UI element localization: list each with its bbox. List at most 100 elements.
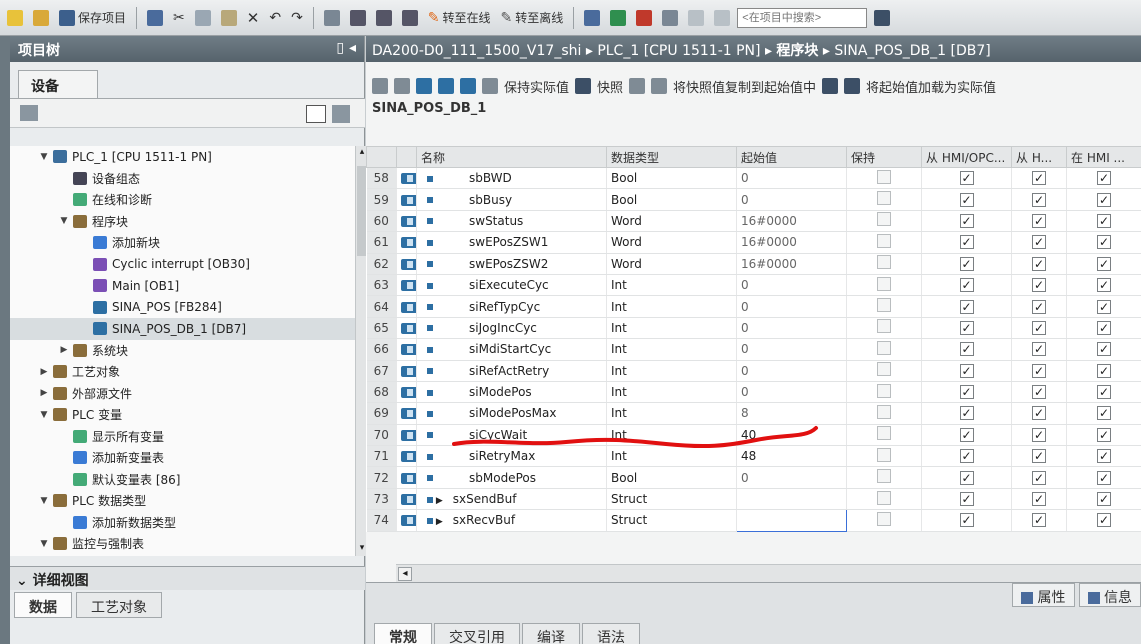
expand-arrow-icon[interactable]: ▼ (38, 496, 50, 506)
start-value-cell[interactable]: 16#0000 (736, 231, 847, 254)
data-type-cell[interactable]: Int (606, 338, 737, 361)
from-h-checkbox[interactable]: ✓ (1032, 213, 1046, 228)
variable-name-cell[interactable]: siModePosMax (416, 402, 607, 425)
table-hscrollbar[interactable]: ◂ (396, 564, 1141, 582)
retain-checkbox[interactable] (877, 490, 891, 505)
start-value-cell[interactable]: 0 (736, 317, 847, 340)
start-value-cell[interactable]: 8 (736, 402, 847, 425)
retain-checkbox[interactable] (877, 404, 891, 419)
variable-name-cell[interactable]: sbBWD (416, 167, 607, 190)
from-h-checkbox[interactable]: ✓ (1032, 256, 1046, 271)
in-hmi-checkbox[interactable]: ✓ (1097, 363, 1111, 378)
retain-checkbox[interactable] (877, 383, 891, 398)
variable-name-cell[interactable]: siCycWait (416, 424, 607, 447)
table-row[interactable]: 59 sbBusy Bool 0 ✓ ✓ ✓ (366, 188, 1141, 211)
table-row[interactable]: 69 siModePosMax Int 8 ✓ ✓ ✓ (366, 402, 1141, 425)
go-online-button[interactable]: ✎ 转至在线 (425, 6, 494, 30)
table-row[interactable]: 73 ▶ sxSendBuf Struct ✓ ✓ ✓ (366, 488, 1141, 511)
in-hmi-checkbox[interactable]: ✓ (1097, 278, 1111, 293)
table-row[interactable]: 61 swEPosZSW1 Word 16#0000 ✓ ✓ ✓ (366, 231, 1141, 254)
retain-checkbox[interactable] (877, 319, 891, 334)
table-row[interactable]: 63 siExecuteCyc Int 0 ✓ ✓ ✓ (366, 274, 1141, 297)
in-hmi-checkbox[interactable]: ✓ (1097, 492, 1111, 507)
retain-checkbox[interactable] (877, 426, 891, 441)
data-type-cell[interactable]: Struct (606, 509, 737, 532)
from-hmi-opc-checkbox[interactable]: ✓ (959, 363, 974, 378)
data-type-cell[interactable]: Int (606, 317, 737, 340)
new-window-icon[interactable] (332, 105, 350, 123)
data-type-cell[interactable]: Bool (606, 466, 737, 489)
from-hmi-opc-checkbox[interactable]: ✓ (959, 470, 974, 485)
table-row[interactable]: 64 siRefTypCyc Int 0 ✓ ✓ ✓ (366, 295, 1141, 318)
header-from-hmi-opc[interactable]: 从 HMI/OPC... (921, 146, 1012, 168)
tree-item[interactable]: 设备组态 (10, 168, 355, 190)
paste-button[interactable] (218, 6, 240, 30)
tree-item[interactable]: ▶ 外部源文件 (10, 383, 355, 405)
data-type-cell[interactable]: Int (606, 295, 737, 318)
retain-checkbox[interactable] (877, 276, 891, 291)
start-value-cell[interactable]: 0 (736, 188, 847, 211)
download-button[interactable] (347, 6, 369, 30)
expand-arrow-icon[interactable]: ▼ (38, 539, 50, 549)
data-type-cell[interactable]: Word (606, 231, 737, 254)
tab-cross-reference[interactable]: 交叉引用 (434, 623, 520, 644)
variable-name-cell[interactable]: siRefActRetry (416, 360, 607, 382)
list-view-icon[interactable] (460, 78, 476, 94)
from-hmi-opc-checkbox[interactable]: ✓ (959, 213, 974, 228)
retain-checkbox[interactable] (877, 469, 891, 484)
tab-general[interactable]: 常规 (374, 623, 432, 644)
table-row[interactable]: 62 swEPosZSW2 Word 16#0000 ✓ ✓ ✓ (366, 253, 1141, 275)
split-vertical-button[interactable] (711, 6, 733, 30)
start-cpu-button[interactable] (607, 6, 629, 30)
expand-arrow-icon[interactable]: ▼ (38, 410, 50, 420)
header-name[interactable]: 名称 (416, 146, 607, 168)
from-hmi-opc-checkbox[interactable]: ✓ (959, 449, 974, 464)
tree-item[interactable]: Main [OB1] (10, 275, 355, 297)
retain-checkbox[interactable] (877, 511, 891, 526)
detail-view-header[interactable]: ⌄ 详细视图 (10, 566, 365, 590)
snapshot-icon[interactable] (575, 78, 592, 94)
start-value-cell[interactable]: 16#0000 (736, 210, 847, 233)
header-start-value[interactable]: 起始值 (736, 146, 847, 168)
variable-name-cell[interactable]: ▶ sxSendBuf (416, 488, 607, 511)
start-value-cell[interactable]: 0 (736, 381, 847, 404)
expand-arrow-icon[interactable]: ▼ (58, 216, 70, 226)
insert-row-icon[interactable] (372, 78, 388, 94)
start-value-cell[interactable]: 40 (736, 424, 847, 447)
retain-checkbox[interactable] (877, 212, 891, 227)
start-value-cell[interactable]: 0 (736, 167, 847, 190)
variable-name-cell[interactable]: sbModePos (416, 466, 607, 489)
header-data-type[interactable]: 数据类型 (606, 146, 737, 168)
from-h-checkbox[interactable]: ✓ (1032, 449, 1046, 464)
variable-name-cell[interactable]: siModePos (416, 381, 607, 404)
breadcrumb-block[interactable]: SINA_POS_DB_1 [DB7] (834, 43, 990, 59)
expand-struct-icon[interactable]: ▶ (433, 496, 443, 506)
stop-cpu-button[interactable] (633, 6, 655, 30)
data-type-cell[interactable]: Struct (606, 488, 737, 511)
data-type-cell[interactable]: Word (606, 253, 737, 275)
retain-checkbox[interactable] (877, 169, 891, 184)
in-hmi-checkbox[interactable]: ✓ (1097, 427, 1111, 442)
variable-name-cell[interactable]: sbBusy (416, 188, 607, 211)
from-hmi-opc-checkbox[interactable]: ✓ (959, 320, 974, 335)
from-hmi-opc-checkbox[interactable]: ✓ (959, 342, 974, 357)
retain-checkbox[interactable] (877, 340, 891, 355)
copy-button[interactable] (192, 6, 214, 30)
start-value-cell[interactable]: 0 (736, 466, 847, 489)
in-hmi-checkbox[interactable]: ✓ (1097, 171, 1111, 186)
load-start-as-actual-button[interactable]: 将起始值加载为实际值 (866, 77, 996, 96)
tree-item[interactable]: 显示所有变量 (10, 426, 355, 448)
copy-snapshot-to-start-button[interactable]: 将快照值复制到起始值中 (673, 77, 816, 96)
tree-item[interactable]: 在线和诊断 (10, 189, 355, 211)
in-hmi-checkbox[interactable]: ✓ (1097, 299, 1111, 314)
variable-name-cell[interactable]: swStatus (416, 210, 607, 233)
table-row[interactable]: 74 ▶ sxRecvBuf Struct ✓ ✓ ✓ (366, 509, 1141, 532)
copy-snapshot-icon[interactable] (629, 78, 646, 94)
print-button[interactable] (144, 6, 166, 30)
variable-name-cell[interactable]: siMdiStartCyc (416, 338, 607, 361)
retain-checkbox[interactable] (877, 255, 891, 270)
table-row[interactable]: 70 siCycWait Int 40 ✓ ✓ ✓ (366, 424, 1141, 447)
variable-name-cell[interactable]: ▶ sxRecvBuf (416, 509, 607, 532)
tree-item[interactable]: Cyclic interrupt [OB30] (10, 254, 355, 276)
monitor-icon[interactable] (482, 78, 498, 94)
